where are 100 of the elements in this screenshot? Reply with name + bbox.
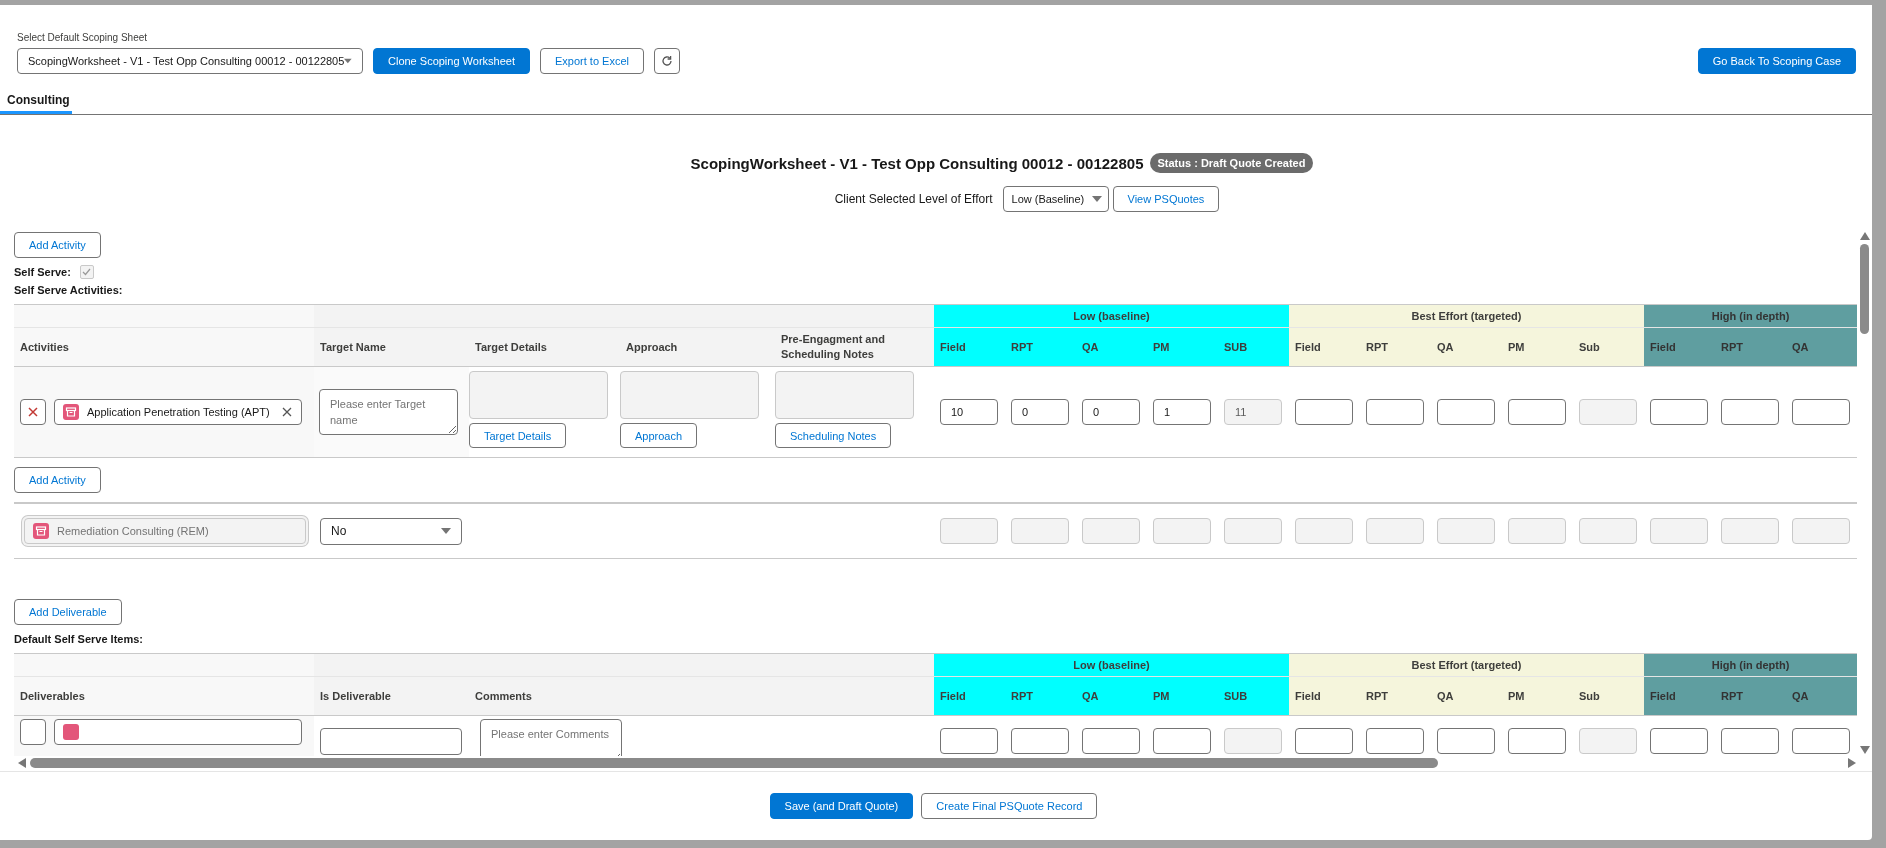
column-header: RPT [1005,327,1076,367]
column-header: RPT [1005,676,1076,716]
self-serve-label: Self Serve: [14,266,71,278]
add-activity-button[interactable]: Add Activity [14,232,101,258]
column-header: QA [1076,676,1147,716]
effort-input[interactable] [1650,399,1708,425]
tier-header: Best Effort (targeted) [1289,653,1644,677]
column-header: Is Deliverable [314,676,469,716]
column-header: PM [1502,676,1573,716]
tier-header: Low (baseline) [934,653,1289,677]
details-button[interactable]: Approach [620,423,698,448]
choice-select[interactable]: No [320,517,462,545]
effort-input[interactable]: 10 [940,399,998,425]
section-heading: Default Self Serve Items: [14,633,144,645]
column-header: QA [1431,327,1502,367]
effort-select[interactable]: Low (Baseline) [1002,186,1109,212]
effort-input[interactable] [1011,728,1069,754]
effort-input[interactable] [1508,728,1566,754]
effort-input[interactable] [1366,399,1424,425]
column-header: PM [1147,676,1218,716]
add-activity-button[interactable]: Add Activity [14,467,101,493]
column-header: RPT [1360,327,1431,367]
caret-icon [1091,196,1102,202]
remove-button[interactable] [20,719,46,745]
effort-input[interactable] [1437,728,1495,754]
column-header: RPT [1360,676,1431,716]
scrollbar-thumb[interactable] [1860,244,1869,334]
effort-input[interactable] [1721,728,1779,754]
tier-header: High (in depth) [1644,653,1858,677]
remove-button[interactable] [20,399,46,425]
activity-pill: Remediation Consulting (REM) [24,518,306,544]
effort-input[interactable] [1792,399,1850,425]
column-header: Activities [14,327,314,367]
caret-icon [441,528,451,534]
effort-label: Client Selected Level of Effort [834,192,993,206]
add-deliverable-button[interactable]: Add Deliverable [14,599,122,625]
tab[interactable]: Consulting [0,90,72,114]
scroll-down-icon[interactable] [1859,746,1870,754]
column-header: Field [934,327,1005,367]
worksheet-title: ScopingWorksheet - V1 - Test Opp Consulting 00012 - 00122805 [690,154,1144,172]
footer-button[interactable]: Create Final PSQuote Record [921,793,1098,819]
column-header: Sub [1573,676,1644,716]
back-button[interactable]: Go Back To Scoping Case [1697,48,1856,74]
scroll-up-icon[interactable] [1859,232,1870,240]
column-header: Target Details [469,327,620,367]
effort-input[interactable] [1650,728,1708,754]
toolbar-button[interactable]: Export to Excel [540,48,644,74]
effort-input[interactable] [1508,399,1566,425]
details-button[interactable]: Target Details [469,423,567,448]
effort-input[interactable] [940,728,998,754]
column-header: SUB [1218,676,1289,716]
footer-button[interactable]: Save (and Draft Quote) [769,793,914,819]
effort-input[interactable]: 0 [1011,399,1069,425]
refresh-icon [660,55,673,67]
effort-input[interactable] [1437,399,1495,425]
tier-header: Low (baseline) [934,304,1289,328]
effort-input[interactable] [1153,728,1211,754]
column-header: Field [1644,327,1715,367]
column-header: PM [1502,327,1573,367]
box-icon [63,404,79,420]
effort-input[interactable]: 1 [1153,399,1211,425]
tier-header: High (in depth) [1644,304,1858,328]
tier-header: Best Effort (targeted) [1289,304,1644,328]
effort-input[interactable] [1792,728,1850,754]
activity-pill[interactable]: Application Penetration Testing (APT) [54,399,302,425]
toolbar-button[interactable]: Clone Scoping Worksheet [373,48,530,74]
scroll-right-icon[interactable] [1848,758,1856,768]
scrollbar-thumb[interactable] [30,758,1438,768]
status-badge: Status : Draft Quote Created [1149,153,1314,173]
column-header: Target Name [314,327,469,367]
column-header: RPT [1715,327,1786,367]
clear-icon[interactable] [282,407,292,417]
choice-select[interactable] [320,728,462,755]
column-header: Approach [620,327,775,367]
column-header: Sub [1573,327,1644,367]
column-header: QA [1786,327,1858,367]
target-name-field[interactable]: Please enter Target name [319,389,458,435]
effort-input[interactable] [1721,399,1779,425]
column-header: Field [934,676,1005,716]
caret-icon [344,58,352,64]
effort-input[interactable] [1366,728,1424,754]
box-icon [63,724,79,740]
comments-field[interactable]: Please enter Comments [480,719,622,756]
details-button[interactable]: Scheduling Notes [775,423,892,448]
effort-input[interactable] [1295,728,1353,754]
effort-input[interactable] [1295,399,1353,425]
close-icon [28,407,38,417]
column-header: Pre-Engagment and Scheduling Notes [775,327,934,367]
column-header: QA [1076,327,1147,367]
view-quotes-button[interactable]: View PSQuotes [1112,186,1220,212]
scroll-left-icon[interactable] [18,758,26,768]
deliverable-pill[interactable] [54,719,302,745]
column-header: Comments [469,676,934,716]
column-header: Field [1289,676,1360,716]
column-header: PM [1147,327,1218,367]
effort-input[interactable] [1082,728,1140,754]
sheet-select[interactable]: ScopingWorksheet - V1 - Test Opp Consulting 00012 - 00122805 [17,48,363,74]
refresh-button[interactable] [653,48,680,74]
effort-input[interactable]: 0 [1082,399,1140,425]
section-heading: Self Serve Activities: [14,284,124,296]
